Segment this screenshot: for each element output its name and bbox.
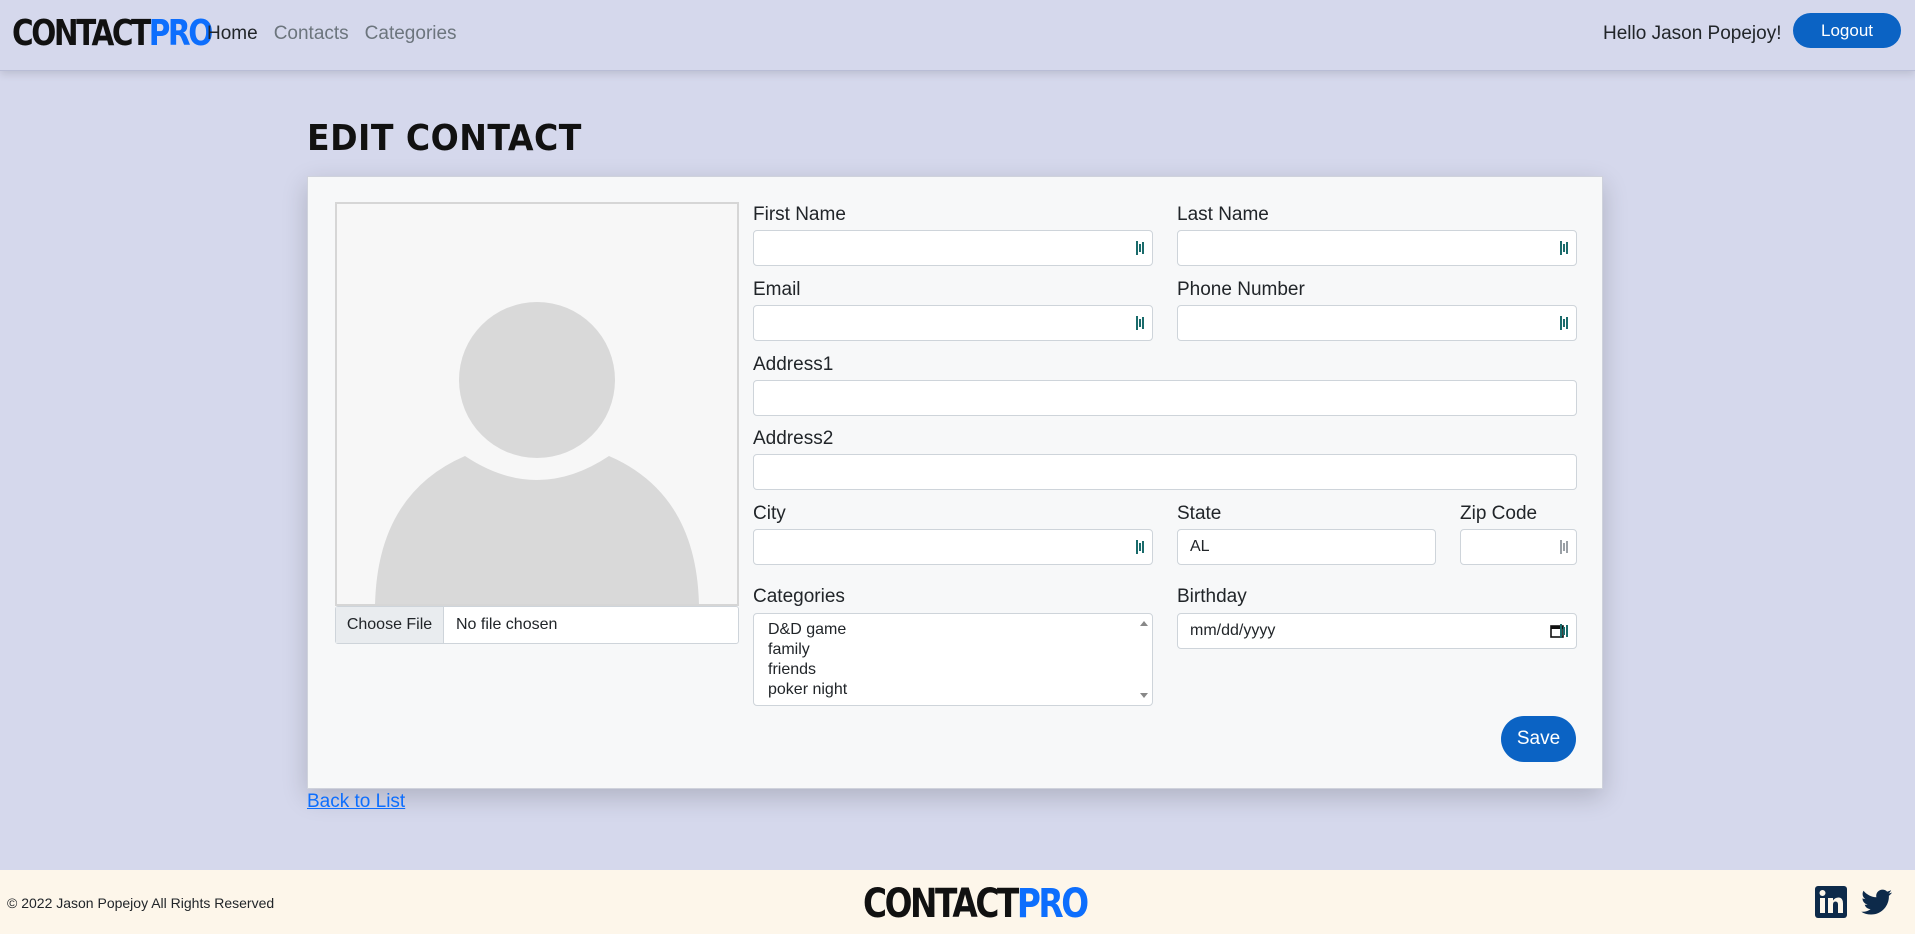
category-option[interactable]: family: [768, 640, 1152, 660]
brand-text-contact: CONTACT: [12, 13, 151, 54]
scroll-up-arrow-icon[interactable]: [1140, 621, 1148, 626]
nav-link-contacts[interactable]: Contacts: [274, 22, 349, 46]
save-button[interactable]: Save: [1501, 716, 1576, 762]
category-option[interactable]: poker night: [768, 680, 1152, 700]
birthday-label: Birthday: [1177, 586, 1247, 607]
address2-label: Address2: [753, 428, 834, 449]
edit-contact-card: Choose File No file chosen First Name La…: [307, 176, 1603, 789]
city-field[interactable]: [753, 529, 1153, 565]
footer: © 2022 Jason Popejoy All Rights Reserved…: [0, 870, 1915, 934]
password-manager-icon[interactable]: [1136, 540, 1146, 554]
categories-multiselect[interactable]: D&D game family friends poker night: [753, 613, 1153, 706]
last-name-label: Last Name: [1177, 204, 1269, 225]
nav-links: Home Contacts Categories: [207, 22, 473, 46]
last-name-field[interactable]: [1177, 230, 1577, 266]
footer-brand-text-contact: CONTACT: [863, 881, 1019, 927]
contact-image-preview: [335, 202, 739, 606]
state-select[interactable]: AL: [1177, 529, 1436, 565]
password-manager-icon[interactable]: [1136, 241, 1146, 255]
email-field[interactable]: [753, 305, 1153, 341]
password-manager-icon[interactable]: [1560, 540, 1570, 554]
zip-label: Zip Code: [1460, 503, 1538, 524]
phone-field[interactable]: [1177, 305, 1577, 341]
back-to-list-link[interactable]: Back to List: [307, 790, 405, 814]
address1-label: Address1: [753, 354, 834, 375]
email-label: Email: [753, 279, 801, 300]
footer-brand-text-pro: PRO: [1016, 881, 1089, 927]
file-status-text: No file chosen: [456, 616, 558, 633]
city-label: City: [753, 503, 786, 524]
linkedin-icon[interactable]: [1815, 886, 1847, 918]
default-avatar-icon: [375, 302, 699, 604]
birthday-placeholder: mm/dd/yyyy: [1190, 622, 1276, 639]
address2-field[interactable]: [753, 454, 1577, 490]
address1-field[interactable]: [753, 380, 1577, 416]
page-title: EDIT CONTACT: [307, 118, 582, 159]
category-option[interactable]: friends: [768, 660, 1152, 680]
scroll-down-arrow-icon[interactable]: [1140, 693, 1148, 698]
first-name-label: First Name: [753, 204, 846, 225]
first-name-field[interactable]: [753, 230, 1153, 266]
brand-text-pro: PRO: [148, 13, 214, 54]
nav-link-home[interactable]: Home: [207, 22, 258, 46]
category-option[interactable]: D&D game: [768, 620, 1152, 640]
categories-label: Categories: [753, 586, 845, 607]
zip-field[interactable]: [1460, 529, 1577, 565]
copyright-text: © 2022 Jason Popejoy All Rights Reserved: [7, 895, 275, 911]
phone-label: Phone Number: [1177, 279, 1305, 300]
choose-file-button[interactable]: Choose File: [336, 607, 444, 643]
navbar: CONTACTPRO Home Contacts Categories Hell…: [0, 0, 1915, 71]
state-label: State: [1177, 503, 1222, 524]
footer-brand-logo: CONTACTPRO: [863, 881, 1089, 927]
password-manager-icon[interactable]: [1560, 624, 1570, 638]
logout-button[interactable]: Logout: [1793, 13, 1901, 48]
birthday-field[interactable]: mm/dd/yyyy: [1177, 613, 1577, 649]
user-greeting: Hello Jason Popejoy!: [1603, 23, 1782, 44]
state-selected-value: AL: [1190, 538, 1210, 555]
nav-link-categories[interactable]: Categories: [365, 22, 457, 46]
brand-logo[interactable]: CONTACTPRO: [12, 13, 214, 54]
password-manager-icon[interactable]: [1560, 241, 1570, 255]
password-manager-icon[interactable]: [1136, 316, 1146, 330]
image-file-input[interactable]: Choose File No file chosen: [335, 606, 739, 644]
twitter-icon[interactable]: [1861, 886, 1893, 918]
password-manager-icon[interactable]: [1560, 316, 1570, 330]
